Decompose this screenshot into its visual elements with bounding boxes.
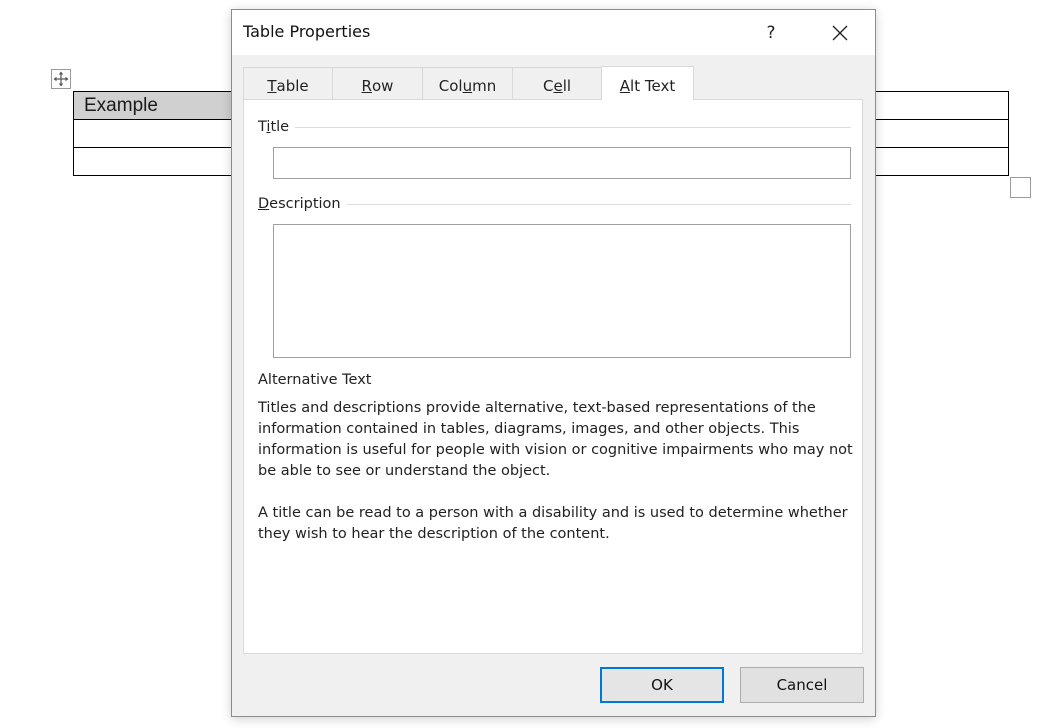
label-accel: D bbox=[258, 196, 270, 212]
tab-alt-text[interactable]: Alt Text bbox=[601, 66, 694, 100]
alt-text-title-paragraph: A title can be read to a person with a d… bbox=[258, 505, 848, 542]
ok-button[interactable]: OK bbox=[600, 667, 724, 703]
table-cell[interactable] bbox=[73, 119, 244, 148]
section-divider bbox=[295, 127, 851, 128]
table-cell-example[interactable]: Example bbox=[73, 91, 244, 120]
tab-label-post: ow bbox=[371, 77, 394, 95]
section-divider bbox=[346, 204, 851, 205]
description-section-header: Description bbox=[258, 194, 851, 214]
tab-cell[interactable]: Ce ll bbox=[512, 67, 602, 100]
cancel-button[interactable]: Cancel bbox=[740, 667, 864, 703]
tab-label-accel: u bbox=[462, 77, 473, 95]
tab-label-accel: T bbox=[267, 77, 277, 95]
help-button[interactable]: ? bbox=[754, 16, 788, 50]
title-label: Title bbox=[258, 119, 289, 135]
tab-row[interactable]: Row bbox=[332, 67, 423, 100]
description-input[interactable] bbox=[273, 224, 851, 358]
table-cell[interactable] bbox=[73, 147, 244, 176]
title-input[interactable] bbox=[273, 147, 851, 179]
alt-text-explanation-paragraph: Titles and descriptions provide alternat… bbox=[258, 400, 853, 479]
tab-label-pre: C bbox=[542, 77, 554, 95]
label-post: escription bbox=[269, 196, 341, 212]
tab-label-post: ll bbox=[562, 77, 572, 95]
tab-label-accel: R bbox=[361, 77, 372, 95]
tab-label-accel: A bbox=[619, 77, 631, 95]
table-properties-dialog: Table Properties ? Table Row Col u mn Ce ll… bbox=[231, 9, 876, 717]
tab-label-accel: e bbox=[553, 77, 563, 95]
tab-label-post: mn bbox=[472, 77, 497, 95]
description-label: Description bbox=[258, 196, 341, 212]
label-post: tle bbox=[270, 119, 290, 135]
close-icon bbox=[832, 25, 848, 41]
tab-label-post: able bbox=[276, 77, 309, 95]
dialog-title: Table Properties bbox=[243, 22, 371, 41]
tab-table[interactable]: Table bbox=[243, 67, 333, 100]
tab-label-post: lt Text bbox=[630, 77, 676, 95]
table-move-handle-icon[interactable] bbox=[51, 69, 71, 89]
dialog-titlebar: Table Properties ? bbox=[232, 10, 875, 55]
alternative-text-heading: Alternative Text bbox=[258, 372, 372, 388]
tab-column[interactable]: Col u mn bbox=[422, 67, 513, 100]
tab-label-pre: Col bbox=[438, 77, 463, 95]
table-resize-handle[interactable] bbox=[1010, 177, 1031, 198]
alt-text-panel: Title Description Alternative Text Title… bbox=[243, 99, 863, 654]
title-section-header: Title bbox=[258, 117, 851, 137]
close-button[interactable] bbox=[820, 16, 860, 50]
